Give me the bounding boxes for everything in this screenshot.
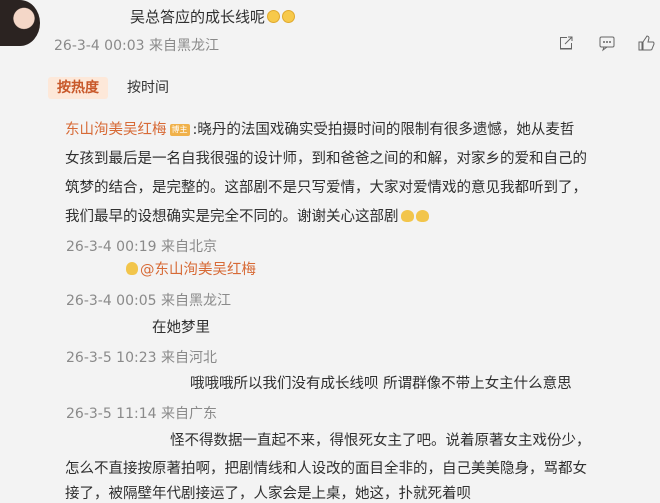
comment-top-text: 吴总答应的成长线呢 (130, 6, 296, 27)
reply-meta: 26-3-4 00:05 来自黑龙江 (66, 293, 231, 309)
main-comment-line4: 我们最早的设想确实是完全不同的。谢谢关心这部剧 (65, 205, 429, 226)
avatar[interactable] (0, 0, 40, 46)
reply-mention: @东山洵美吴红梅 (126, 258, 256, 279)
main-comment-line1: 东山洵美吴红梅 博主:晓丹的法国戏确实受拍摄时间的限制有很多遗憾，她从麦哲 (65, 122, 575, 138)
comment-icon[interactable] (598, 34, 616, 52)
reply-text-line1: 怪不得数据一直起不来，得恨死女主了吧。说着原著女主戏份少， (170, 433, 591, 449)
cry-emoji-icon (282, 10, 296, 23)
tab-time[interactable]: 按时间 (127, 77, 169, 99)
mention-link[interactable]: @东山洵美吴红梅 (140, 262, 256, 278)
cry-emoji-icon (267, 10, 281, 23)
hand-emoji-icon (126, 262, 138, 275)
main-comment-line3: 筑梦的结合，是完整的。这部剧不是只写爱情，大家对爱情戏的意见我都听到了， (65, 180, 587, 196)
main-comment-line2: 女孩到最后是一名自我很强的设计师，到和爸爸之间的和解，对家乡的爱和自己的 (65, 151, 587, 167)
reply-text: 在她梦里 (152, 320, 210, 336)
reply-text-line2: 怎么不直接按原著拍啊，把剧情线和人设改的面目全非的，自己美美隐身，骂都女 (65, 461, 587, 477)
hands-emoji-icon (400, 210, 414, 222)
hands-emoji-icon (415, 210, 429, 222)
comment-top-meta: 26-3-4 00:03 来自黑龙江 (54, 38, 219, 54)
reply-text-line3: 接了，被隔壁年代剧接运了，人家会是上桌，她这，扑就死着呗 (65, 486, 471, 502)
comment-author[interactable]: 东山洵美吴红梅 (65, 122, 167, 138)
author-badge: 博主 (169, 124, 190, 136)
main-comment-meta: 26-3-4 00:19 来自北京 (66, 239, 217, 255)
reply-meta: 26-3-5 10:23 来自河北 (66, 350, 217, 366)
tab-hot[interactable]: 按热度 (48, 77, 108, 99)
share-icon[interactable] (557, 34, 575, 52)
reply-text: 哦哦哦所以我们没有成长线呗 所谓群像不带上女主什么意思 (190, 376, 572, 392)
like-icon[interactable] (637, 34, 655, 52)
reply-meta: 26-3-5 11:14 来自广东 (66, 406, 217, 422)
